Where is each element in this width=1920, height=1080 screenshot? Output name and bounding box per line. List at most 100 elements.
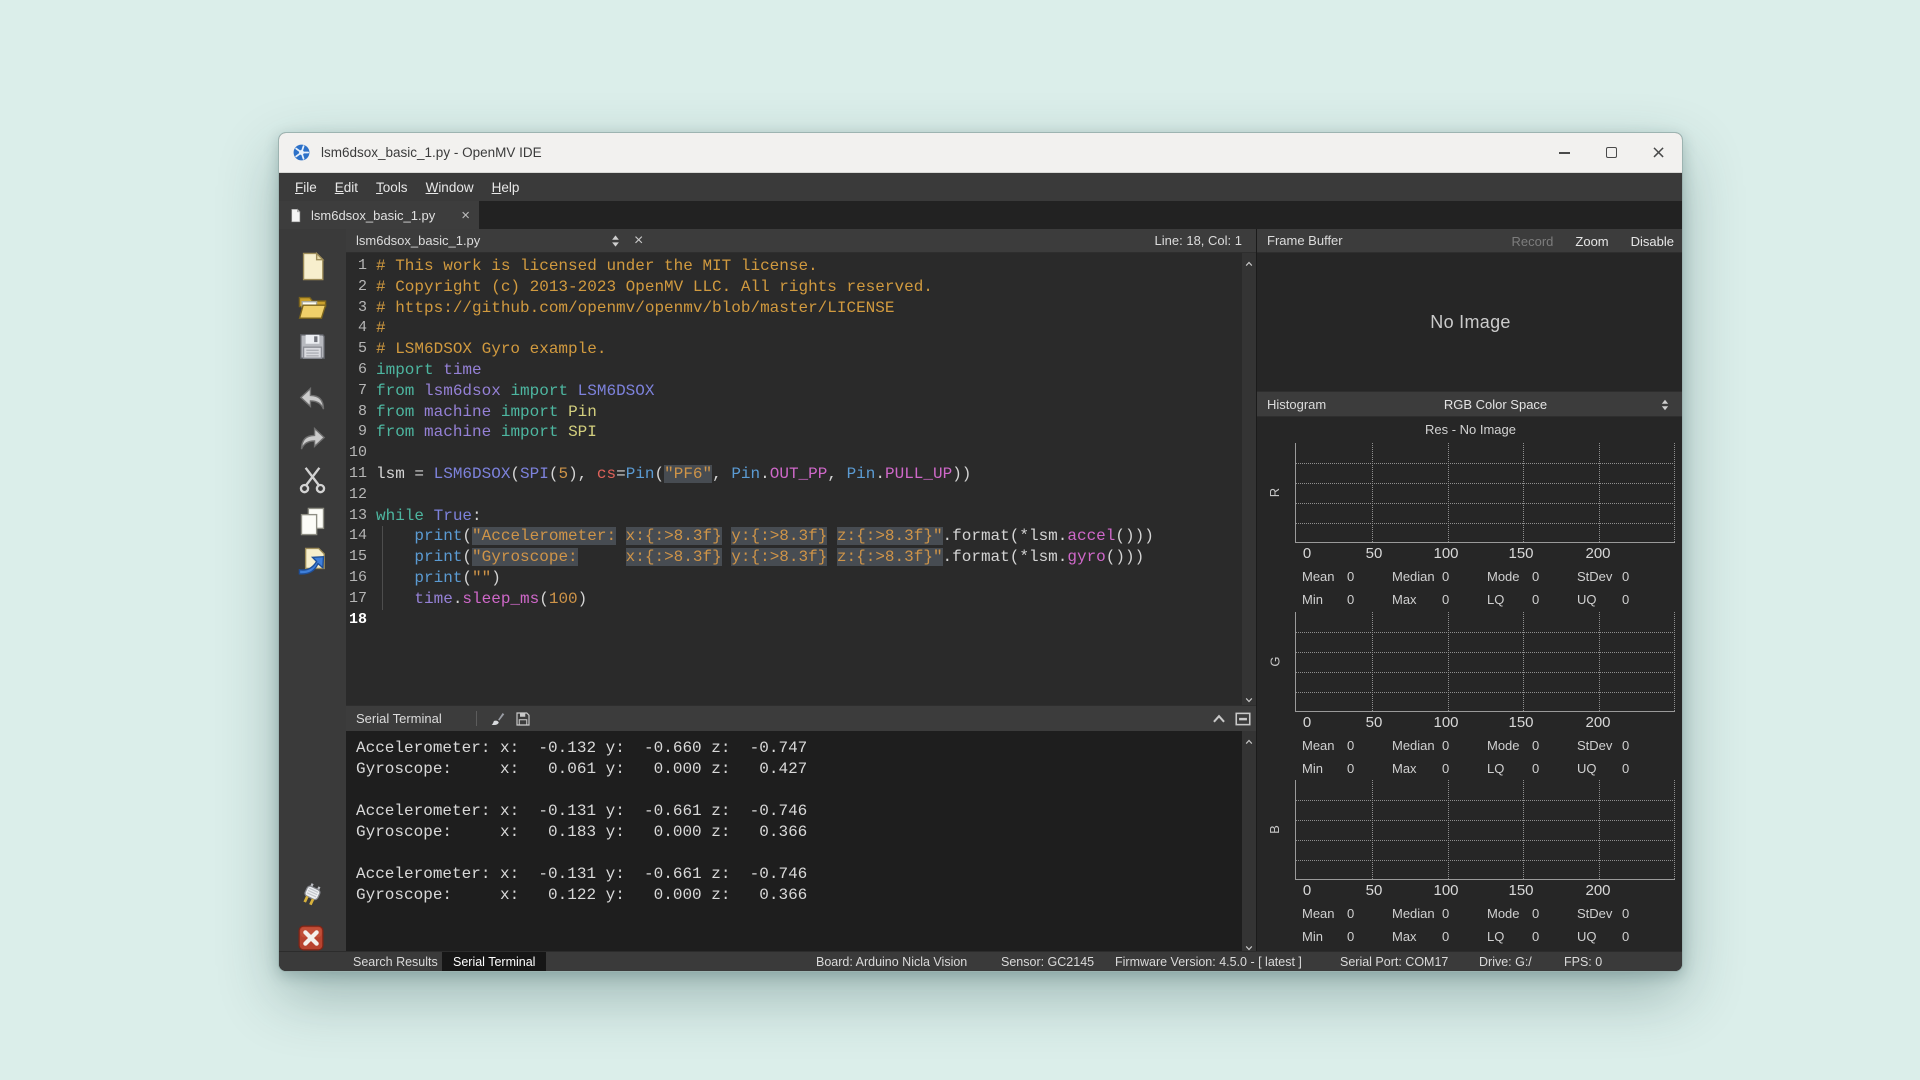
- color-space-select[interactable]: RGB Color Space: [1337, 392, 1654, 416]
- status-tab-serial-terminal[interactable]: Serial Terminal: [442, 952, 547, 971]
- zoom-button[interactable]: Zoom: [1575, 234, 1608, 249]
- axis-tick: 50: [1365, 545, 1383, 562]
- gridline: [1296, 632, 1675, 633]
- code-token: Pin: [731, 464, 761, 483]
- menu-file[interactable]: File: [286, 180, 326, 195]
- stat-mean: Mean 0: [1302, 906, 1354, 921]
- menu-tools[interactable]: Tools: [367, 180, 417, 195]
- line-number: 13: [348, 506, 367, 524]
- stat-value: 0: [1442, 929, 1450, 944]
- code-token: z:{:>8.3f}": [836, 548, 943, 567]
- tab-lsm6dsox-basic-1[interactable]: lsm6dsox_basic_1.py ×: [279, 201, 479, 229]
- record-button[interactable]: Record: [1511, 234, 1553, 249]
- redo-button[interactable]: [296, 423, 329, 456]
- code-line: 15 print("Gyroscope: x:{:>8.3f} y:{:>8.3…: [346, 547, 1256, 568]
- code-line: 18: [346, 610, 1256, 631]
- close-file-icon[interactable]: ×: [634, 229, 643, 252]
- menu-window[interactable]: Window: [417, 180, 483, 195]
- x-axis-ticks: 0 50 100 150 200: [1257, 545, 1682, 567]
- code-line: 7 from lsm6dsox import LSM6DSOX: [346, 381, 1256, 402]
- terminal-line: Accelerometer: x: -0.131 y: -0.661 z: -0…: [356, 802, 808, 820]
- histogram-resolution: Res - No Image: [1424, 422, 1517, 437]
- code-token: "Gyroscope:: [472, 548, 578, 567]
- menu-help[interactable]: Help: [483, 180, 529, 195]
- code-line: 9 from machine import SPI: [346, 422, 1256, 443]
- scroll-up-icon[interactable]: [1244, 256, 1254, 266]
- gridline: [1296, 860, 1675, 861]
- tab-close-icon[interactable]: ×: [461, 208, 470, 223]
- stat-min: Min 0: [1302, 929, 1354, 944]
- file-selector-dropdown-icon[interactable]: [608, 233, 623, 249]
- new-file-button[interactable]: [296, 250, 329, 283]
- stat-mean: Mean 0: [1302, 569, 1354, 584]
- clear-terminal-icon[interactable]: [488, 710, 506, 728]
- status-fps: FPS: 0: [1564, 955, 1603, 969]
- terminal-scrollbar[interactable]: [1242, 731, 1256, 953]
- code-token: .format(*lsm.: [942, 548, 1068, 567]
- axis-tick: 100: [1433, 714, 1459, 731]
- stat-stdev: StDev 0: [1577, 738, 1629, 753]
- gridline: [1296, 503, 1675, 504]
- stop-button[interactable]: [296, 923, 326, 953]
- code-token: import: [500, 402, 559, 421]
- editor-scrollbar[interactable]: [1242, 253, 1256, 705]
- code-editor[interactable]: 1 # This work is licensed under the MIT l…: [346, 253, 1256, 705]
- connect-button[interactable]: [296, 881, 326, 911]
- code-token: import: [510, 381, 569, 400]
- stat-label: Mode: [1487, 738, 1520, 753]
- stat-label: Max: [1392, 929, 1417, 944]
- cut-button[interactable]: [296, 463, 329, 496]
- terminal-line: Gyroscope: x: 0.183 y: 0.000 z: 0.366: [356, 823, 808, 841]
- paste-button[interactable]: [296, 545, 329, 578]
- code-token: #: [376, 319, 386, 338]
- save-file-button[interactable]: [296, 330, 329, 363]
- close-button[interactable]: ×: [1635, 133, 1682, 172]
- detach-terminal-icon[interactable]: [1234, 710, 1252, 728]
- line-content: print("Gyroscope: x:{:>8.3f} y:{:>8.3f} …: [376, 547, 1144, 568]
- line-number: 6: [357, 360, 367, 378]
- stat-uq: UQ 0: [1577, 592, 1629, 607]
- stat-label: Max: [1392, 592, 1417, 607]
- status-board: Board: Arduino Nicla Vision: [816, 955, 968, 969]
- frame-buffer-view[interactable]: No Image: [1257, 253, 1682, 391]
- scroll-down-icon[interactable]: [1244, 940, 1254, 951]
- titlebar[interactable]: lsm6dsox_basic_1.py - OpenMV IDE ×: [279, 133, 1682, 173]
- channel-label-b: B: [1266, 825, 1282, 834]
- code-token: )): [952, 464, 972, 483]
- code-token: .: [452, 589, 463, 608]
- disable-button[interactable]: Disable: [1631, 234, 1674, 249]
- code-token: (: [539, 589, 549, 608]
- line-content: #: [376, 318, 386, 339]
- scroll-up-icon[interactable]: [1244, 734, 1254, 744]
- code-token: z:{:>8.3f}": [836, 527, 943, 546]
- scroll-down-icon[interactable]: [1244, 692, 1254, 703]
- color-space-dropdown-icon[interactable]: [1658, 397, 1672, 413]
- copy-button[interactable]: [296, 505, 329, 538]
- histogram-title: Histogram: [1267, 397, 1327, 412]
- tab-bar: lsm6dsox_basic_1.py ×: [279, 201, 1682, 229]
- histogram-plot: [1295, 780, 1675, 880]
- minimize-button[interactable]: [1541, 133, 1588, 172]
- code-token: y:{:>8.3f}: [731, 548, 828, 567]
- stat-value: 0: [1532, 929, 1540, 944]
- window-controls: ×: [1541, 133, 1682, 172]
- code-token: (: [654, 464, 665, 483]
- axis-tick: 100: [1433, 545, 1459, 562]
- open-file-button[interactable]: [296, 290, 329, 323]
- code-token: time: [414, 589, 453, 608]
- undo-button[interactable]: [296, 383, 329, 416]
- code-line: 8 from machine import Pin: [346, 402, 1256, 423]
- serial-terminal-output[interactable]: Accelerometer: x: -0.132 y: -0.660 z: -0…: [346, 731, 1256, 953]
- axis-tick: 200: [1585, 545, 1611, 562]
- line-number: 10: [348, 444, 367, 462]
- status-tab-search-results[interactable]: Search Results: [342, 952, 449, 971]
- code-token: accel: [1067, 527, 1116, 546]
- menu-edit[interactable]: Edit: [326, 180, 367, 195]
- maximize-button[interactable]: [1588, 133, 1635, 172]
- collapse-terminal-icon[interactable]: [1210, 710, 1228, 728]
- save-log-icon[interactable]: [514, 710, 532, 728]
- file-icon: [288, 207, 303, 223]
- stat-label: Median: [1392, 906, 1435, 921]
